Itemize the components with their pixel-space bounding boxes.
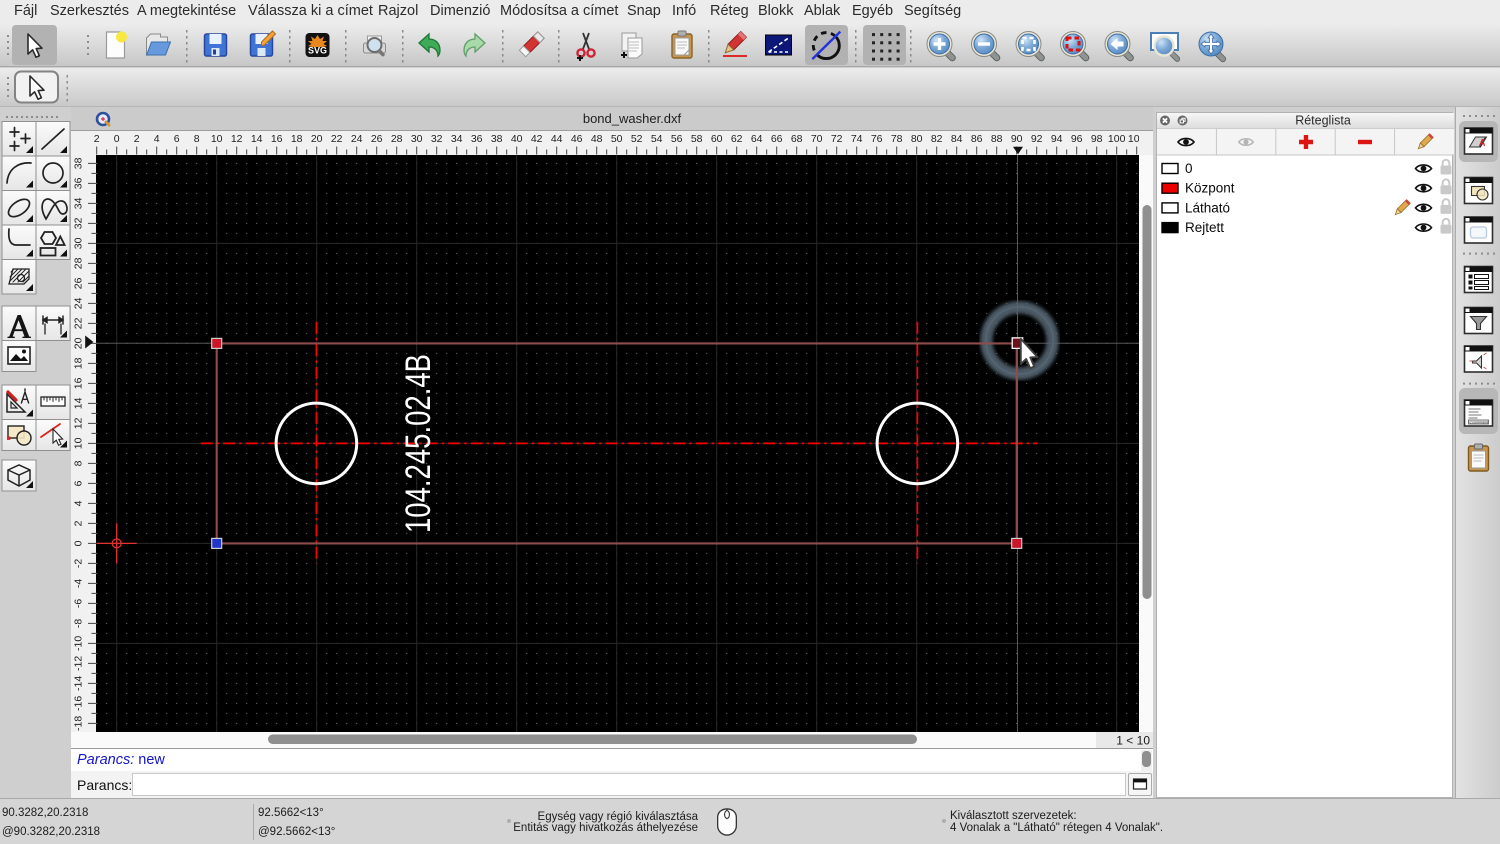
svg-text:26: 26 (73, 277, 85, 289)
svg-text:20: 20 (73, 337, 85, 349)
svg-text:20: 20 (311, 133, 323, 145)
svg-text:SVG: SVG (308, 46, 327, 56)
svg-text:28: 28 (73, 257, 85, 269)
svg-text:58: 58 (691, 133, 703, 145)
svg-text:Réteglista: Réteglista (1295, 114, 1351, 128)
svg-text:6: 6 (73, 480, 85, 486)
svg-text:8: 8 (194, 133, 200, 145)
svg-text:14: 14 (73, 397, 85, 409)
svg-text:26: 26 (371, 133, 383, 145)
svg-text:88: 88 (991, 133, 1003, 145)
svg-text:16: 16 (73, 377, 85, 389)
svg-text:90: 90 (1011, 133, 1023, 145)
svg-text:52: 52 (631, 133, 643, 145)
svg-text:94: 94 (1051, 133, 1063, 145)
svg-text:22: 22 (331, 133, 343, 145)
svg-text:12: 12 (231, 133, 243, 145)
svg-text:82: 82 (931, 133, 943, 145)
svg-text:92: 92 (1031, 133, 1043, 145)
svg-text:24: 24 (73, 297, 85, 309)
svg-text:16: 16 (271, 133, 283, 145)
svg-text:4: 4 (73, 500, 85, 506)
svg-text:1 < 10: 1 < 10 (1116, 734, 1150, 748)
svg-text:36: 36 (471, 133, 483, 145)
svg-text:24: 24 (351, 133, 363, 145)
svg-text:34: 34 (451, 133, 463, 145)
svg-text:60: 60 (711, 133, 723, 145)
svg-text:0: 0 (1185, 161, 1193, 176)
svg-text:-14: -14 (73, 676, 85, 691)
svg-text:96: 96 (1071, 133, 1083, 145)
svg-text:2: 2 (94, 133, 100, 145)
svg-text:Rejtett: Rejtett (1185, 220, 1224, 235)
svg-text:-18: -18 (73, 716, 85, 731)
svg-text:4: 4 (154, 133, 160, 145)
svg-text:10: 10 (73, 437, 85, 449)
svg-text:38: 38 (491, 133, 503, 145)
svg-text:-4: -4 (73, 579, 85, 588)
svg-text:10: 10 (211, 133, 223, 145)
svg-text:84: 84 (951, 133, 963, 145)
svg-text:2: 2 (73, 520, 85, 526)
svg-text:22: 22 (73, 317, 85, 329)
svg-text:56: 56 (671, 133, 683, 145)
svg-text:34: 34 (73, 197, 85, 209)
svg-text:80: 80 (911, 133, 923, 145)
svg-text:Központ: Központ (1185, 181, 1235, 196)
svg-text:40: 40 (511, 133, 523, 145)
svg-text:-10: -10 (73, 636, 85, 651)
svg-text:48: 48 (591, 133, 603, 145)
svg-text:18: 18 (291, 133, 303, 145)
svg-text:14: 14 (251, 133, 263, 145)
svg-text:18: 18 (73, 357, 85, 369)
svg-text:8: 8 (73, 460, 85, 466)
svg-text:-16: -16 (73, 696, 85, 711)
svg-text:-6: -6 (73, 599, 85, 608)
svg-text:-12: -12 (73, 656, 85, 671)
svg-text:c:command: c:command (1470, 421, 1489, 425)
svg-text:62: 62 (731, 133, 743, 145)
svg-text:0: 0 (73, 540, 85, 546)
svg-text:50: 50 (611, 133, 623, 145)
svg-text:12: 12 (73, 417, 85, 429)
svg-text:54: 54 (651, 133, 663, 145)
svg-text:28: 28 (391, 133, 403, 145)
svg-text:32: 32 (431, 133, 443, 145)
svg-text:44: 44 (551, 133, 563, 145)
svg-text:104.245.02.4B: 104.245.02.4B (399, 354, 438, 533)
svg-text:78: 78 (891, 133, 903, 145)
svg-text:bond_washer.dxf: bond_washer.dxf (583, 111, 682, 126)
svg-text:-8: -8 (73, 619, 85, 628)
svg-text:30: 30 (411, 133, 423, 145)
svg-text:68: 68 (791, 133, 803, 145)
svg-text:72: 72 (831, 133, 843, 145)
svg-text:86: 86 (971, 133, 983, 145)
svg-text:38: 38 (73, 157, 85, 169)
svg-text:98: 98 (1091, 133, 1103, 145)
svg-text:2: 2 (134, 133, 140, 145)
svg-text:36: 36 (73, 177, 85, 189)
svg-text:-2: -2 (73, 559, 85, 568)
svg-text:30: 30 (73, 237, 85, 249)
svg-text:66: 66 (771, 133, 783, 145)
svg-text:0: 0 (114, 133, 120, 145)
svg-text:100: 100 (1108, 133, 1126, 145)
svg-text:76: 76 (871, 133, 883, 145)
svg-text:64: 64 (751, 133, 763, 145)
svg-text:Látható: Látható (1185, 200, 1230, 215)
svg-text:70: 70 (811, 133, 823, 145)
svg-text:42: 42 (531, 133, 543, 145)
svg-text:74: 74 (851, 133, 863, 145)
svg-text:32: 32 (73, 217, 85, 229)
svg-text:6: 6 (174, 133, 180, 145)
svg-text:46: 46 (571, 133, 583, 145)
